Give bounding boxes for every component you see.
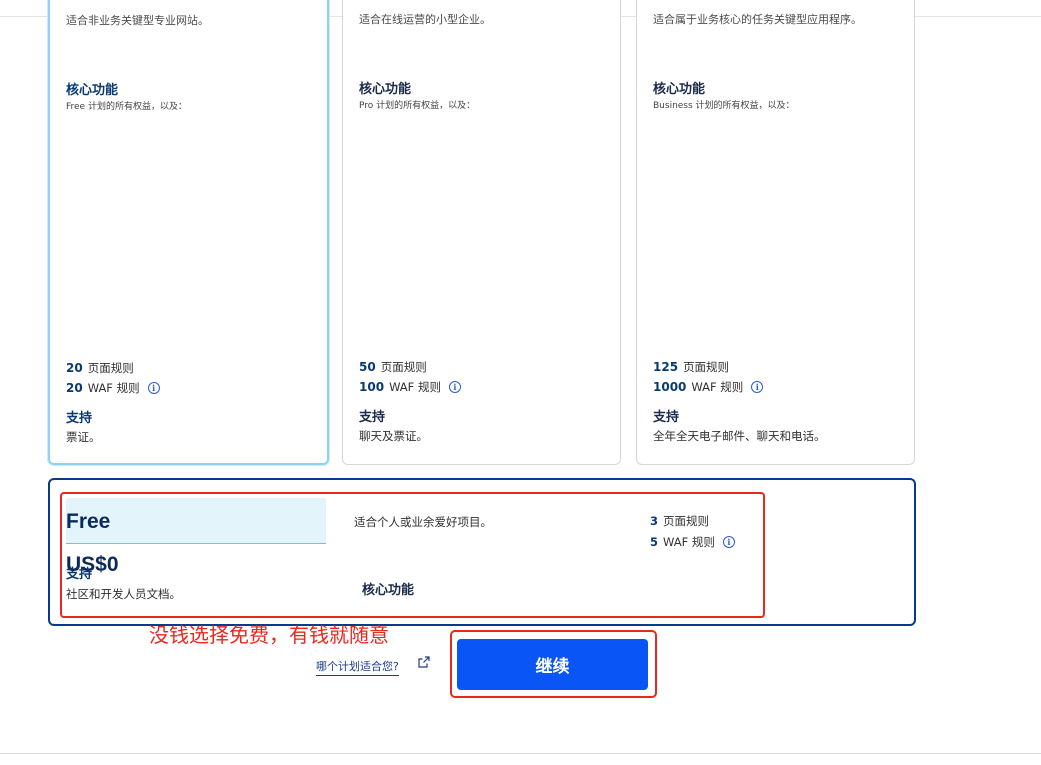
features-title: 核心功能 xyxy=(359,82,412,97)
support-text: 聊天及票证。 xyxy=(359,429,428,443)
features-subtitle: Business 计划的所有权益，以及： xyxy=(653,101,795,111)
features-title: 核心功能 xyxy=(653,82,706,97)
plan-card-business[interactable]: 适合属于业务核心的任务关键型应用程序。 核心功能 Business 计划的所有权… xyxy=(636,0,915,465)
support-title: 支持 xyxy=(359,410,386,425)
page-rules-count: 20 xyxy=(66,361,83,375)
annotation-text: 没钱选择免费，有钱就随意 xyxy=(149,623,389,647)
waf-rules-label: WAF 规则 xyxy=(389,380,441,394)
info-icon[interactable]: i xyxy=(147,382,160,394)
page-rules-row: 50 页面规则 xyxy=(359,359,427,375)
page-rules-label: 页面规则 xyxy=(683,360,730,374)
plan-description: 适合在线运营的小型企业。 xyxy=(359,13,491,26)
page-rules-label: 页面规则 xyxy=(380,360,427,374)
features-subtitle: Pro 计划的所有权益，以及： xyxy=(359,101,476,111)
page-rules-row: 125 页面规则 xyxy=(653,359,729,375)
waf-rules-count: 1000 xyxy=(653,380,687,394)
info-icon[interactable]: i xyxy=(448,381,461,393)
bottom-divider xyxy=(0,753,1041,754)
plan-description: 适合非业务关键型专业网站。 xyxy=(66,14,209,27)
features-subtitle: Free 计划的所有权益，以及： xyxy=(66,102,187,112)
continue-button[interactable]: 继续 xyxy=(457,639,648,690)
waf-rules-count: 20 xyxy=(66,381,83,395)
page-rules-count: 125 xyxy=(653,360,679,374)
waf-rules-label: WAF 规则 xyxy=(691,380,744,394)
support-text: 全年全天电子邮件、聊天和电话。 xyxy=(653,429,826,443)
plan-description: 适合属于业务核心的任务关键型应用程序。 xyxy=(653,13,862,26)
page-rules-row: 20 页面规则 xyxy=(66,360,134,376)
support-title: 支持 xyxy=(653,410,680,425)
annotation-box-free-plan xyxy=(60,492,765,618)
external-link-icon[interactable] xyxy=(418,656,430,668)
support-text: 票证。 xyxy=(66,430,101,444)
waf-rules-label: WAF 规则 xyxy=(87,381,140,395)
info-icon[interactable]: i xyxy=(751,381,764,393)
page-rules-label: 页面规则 xyxy=(87,361,134,375)
plan-card-pro[interactable]: 适合在线运营的小型企业。 核心功能 Pro 计划的所有权益，以及： 50 页面规… xyxy=(342,0,621,465)
plan-selection-page: 适合非业务关键型专业网站。 核心功能 Free 计划的所有权益，以及： 20 页… xyxy=(0,0,1041,765)
waf-rules-row: 1000 WAF 规则 i xyxy=(653,379,764,395)
page-rules-count: 50 xyxy=(359,360,376,374)
plan-card-selected[interactable]: 适合非业务关键型专业网站。 核心功能 Free 计划的所有权益，以及： 20 页… xyxy=(48,0,329,465)
which-plan-link[interactable]: 哪个计划适合您? xyxy=(316,658,399,676)
features-title: 核心功能 xyxy=(66,83,119,98)
waf-rules-row: 20 WAF 规则 i xyxy=(66,380,160,396)
waf-rules-row: 100 WAF 规则 i xyxy=(359,379,461,395)
waf-rules-count: 100 xyxy=(359,380,385,394)
support-title: 支持 xyxy=(66,411,93,426)
